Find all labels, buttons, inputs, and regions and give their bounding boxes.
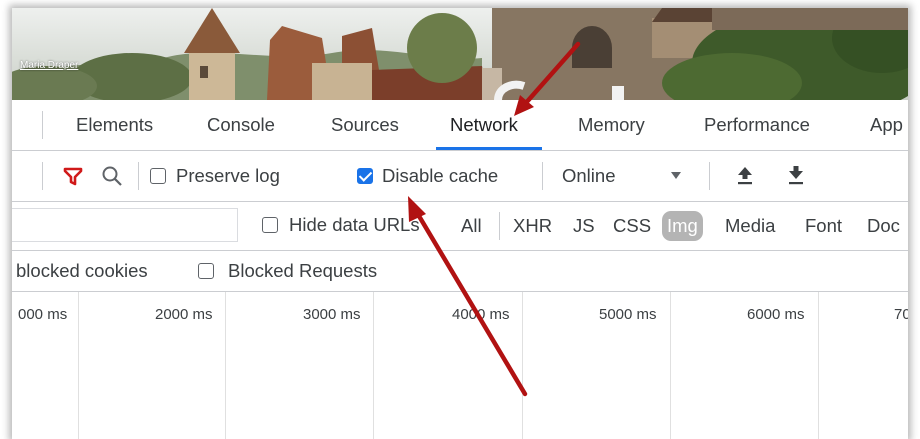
screenshot-frame: Maria Draper Elements Console Sources Ne… [12,8,908,439]
tab-memory[interactable]: Memory [578,100,645,150]
export-icon[interactable] [787,164,805,186]
tab-console[interactable]: Console [207,100,275,150]
timeline-tick-label: 4000 ms [452,306,510,323]
devtools-tab-bar: Elements Console Sources Network Memory … [12,100,908,151]
toolbar-divider [42,162,43,190]
disable-cache-label: Disable cache [382,165,499,186]
tab-performance[interactable]: Performance [704,100,810,150]
timeline-tick-label: 000 ms [18,306,68,323]
filter-type-js[interactable]: JS [573,214,595,238]
toolbar-divider [542,162,543,190]
import-icon[interactable] [736,164,754,186]
preserve-log-label: Preserve log [176,165,280,186]
castle-photo [12,8,908,100]
hide-data-urls-label: Hide data URLs [289,214,420,235]
blocked-requests-checkbox[interactable] [198,263,214,279]
network-filter-bar: Hide data URLs All XHR JS CSS Img Media … [12,202,908,251]
throttling-select-value[interactable]: Online [562,164,615,188]
search-icon[interactable] [101,165,123,187]
toolbar-divider [709,162,710,190]
hide-data-urls-checkbox[interactable] [262,217,278,233]
filter-type-media[interactable]: Media [725,214,775,238]
timeline-gridline [522,292,523,439]
page-banner-photo: Maria Draper [12,8,908,100]
timeline-tick-label: 2000 ms [155,306,213,323]
timeline-tick-label: 6000 ms [747,306,805,323]
filter-input[interactable] [12,208,238,242]
photo-credit-link[interactable]: Maria Draper [20,60,78,71]
active-tab-indicator [436,147,542,150]
tab-network[interactable]: Network [450,100,518,150]
filter-type-all[interactable]: All [461,214,482,238]
tab-bar-divider [42,111,43,139]
toolbar-divider [138,162,139,190]
network-timeline-overview[interactable]: 000 ms 2000 ms 3000 ms 4000 ms 5000 ms 6… [12,292,908,439]
preserve-log-checkbox[interactable] [150,168,166,184]
filter-type-img[interactable]: Img [662,211,703,241]
blocked-cookies-label[interactable]: blocked cookies [16,259,148,283]
timeline-gridline [818,292,819,439]
tab-elements[interactable]: Elements [76,100,153,150]
timeline-gridline [670,292,671,439]
timeline-tick-label: 70 [894,306,908,323]
blocked-options-bar: blocked cookies Blocked Requests [12,251,908,292]
dropdown-arrow-icon[interactable] [670,171,682,181]
filter-divider [499,212,500,240]
timeline-gridline [225,292,226,439]
tab-sources[interactable]: Sources [331,100,399,150]
timeline-gridline [373,292,374,439]
network-toolbar: Preserve log Disable cache Online [12,151,908,202]
disable-cache-checkbox[interactable] [357,168,373,184]
filter-icon[interactable] [63,166,83,186]
timeline-tick-label: 5000 ms [599,306,657,323]
filter-type-doc[interactable]: Doc [867,214,900,238]
filter-type-xhr[interactable]: XHR [513,214,552,238]
timeline-gridline [78,292,79,439]
tab-application[interactable]: App [870,100,903,150]
filter-type-css[interactable]: CSS [613,214,651,238]
blocked-requests-label: Blocked Requests [228,260,378,281]
timeline-tick-label: 3000 ms [303,306,361,323]
filter-type-font[interactable]: Font [805,214,842,238]
